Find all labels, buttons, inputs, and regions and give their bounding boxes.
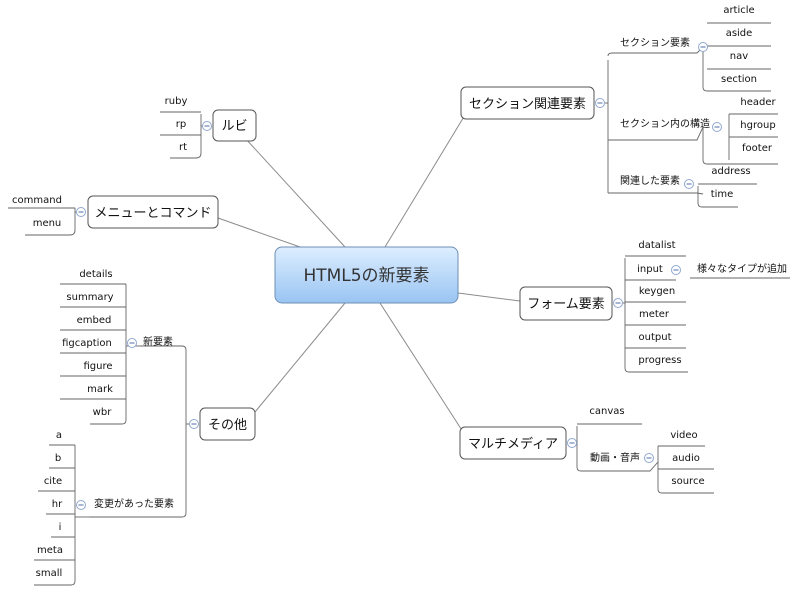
other-new-item-embed: embed <box>77 315 112 326</box>
form-item-progress: progress <box>638 355 681 366</box>
other-changed-item-b: b <box>55 453 61 464</box>
section-item-aside: aside <box>726 28 753 39</box>
ruby-items: ruby rp rt <box>165 96 188 153</box>
section-item-nav: nav <box>730 51 748 62</box>
form-item-output: output <box>639 332 672 343</box>
section-group-labels: セクション要素 セクション内の構造 関連した要素 <box>620 36 710 187</box>
topic-ruby[interactable]: ルビ <box>212 109 257 142</box>
topic-multimedia-label: マルチメディア <box>468 436 558 452</box>
other-changed-item-small: small <box>36 568 63 579</box>
section-group-1-label: セクション要素 <box>620 36 690 49</box>
collapse-icon[interactable] <box>595 98 605 108</box>
section-item-hgroup: hgroup <box>740 120 775 131</box>
other-new-label: 新要素 <box>143 335 173 348</box>
form-items: datalist input keygen meter output progr… <box>637 240 787 366</box>
ruby-item-ruby: ruby <box>165 96 188 107</box>
other-changed-items: a b cite hr i meta small <box>36 430 63 579</box>
collapse-icon[interactable] <box>567 438 577 448</box>
other-new-item-summary: summary <box>66 292 113 303</box>
collapse-icon[interactable] <box>189 419 199 429</box>
form-input-note: 様々なタイプが追加 <box>697 262 787 275</box>
mind-map: HTML5の新要素 セクション関連要素 セクション要素 セクション内の構造 関連… <box>8 5 790 586</box>
other-changed-item-a: a <box>56 430 62 441</box>
section-item-article: article <box>723 5 754 16</box>
topic-menu-label: メニューとコマンド <box>94 206 211 221</box>
multimedia-av-label: 動画・音声 <box>590 451 640 464</box>
collapse-icon[interactable] <box>698 42 708 52</box>
form-item-input: input <box>637 264 663 275</box>
other-new-item-details: details <box>79 269 112 280</box>
other-changed-label: 変更があった要素 <box>94 497 174 510</box>
topic-menu[interactable]: メニューとコマンド <box>87 195 219 229</box>
collapse-icon[interactable] <box>613 298 623 308</box>
collapse-icon[interactable] <box>644 453 654 463</box>
other-new-item-figcaption: figcaption <box>62 338 112 349</box>
collapse-icon[interactable] <box>76 207 86 217</box>
central-topic-label: HTML5の新要素 <box>303 266 429 286</box>
other-new-item-mark: mark <box>87 384 113 395</box>
section-group-2-label: セクション内の構造 <box>620 117 710 130</box>
section-group-3-label: 関連した要素 <box>620 174 680 187</box>
other-new-item-figure: figure <box>83 361 112 372</box>
form-item-meter: meter <box>639 309 670 320</box>
section-item-address: address <box>711 166 750 177</box>
collapse-icon[interactable] <box>127 338 137 348</box>
menu-item-menu: menu <box>33 218 62 229</box>
topic-other-label: その他 <box>208 418 247 433</box>
topic-multimedia[interactable]: マルチメディア <box>459 426 567 460</box>
section-item-header: header <box>740 97 776 108</box>
section-items: article aside nav section header hgroup … <box>711 5 777 200</box>
multimedia-item-source: source <box>671 476 704 487</box>
ruby-item-rp: rp <box>176 119 186 130</box>
topic-form-label: フォーム要素 <box>527 297 605 312</box>
topic-ruby-label: ルビ <box>221 119 247 134</box>
multimedia-item-video: video <box>670 430 697 441</box>
topic-section[interactable]: セクション関連要素 <box>460 86 595 120</box>
other-new-items: details summary embed figcaption figure … <box>62 269 114 418</box>
other-new-item-wbr: wbr <box>93 407 113 418</box>
collapse-icon[interactable] <box>76 500 86 510</box>
section-item-footer: footer <box>742 143 773 154</box>
form-item-datalist: datalist <box>638 240 675 251</box>
ruby-item-rt: rt <box>179 142 187 153</box>
other-changed-item-cite: cite <box>44 476 62 487</box>
collapse-icon[interactable] <box>671 265 681 275</box>
multimedia-item-audio: audio <box>672 453 700 464</box>
topic-section-label: セクション関連要素 <box>469 97 586 112</box>
multimedia-item-canvas: canvas <box>589 406 624 417</box>
topic-form[interactable]: フォーム要素 <box>519 286 613 321</box>
central-topic[interactable]: HTML5の新要素 <box>274 246 459 304</box>
other-changed-item-hr: hr <box>52 499 63 510</box>
section-item-time: time <box>711 189 734 200</box>
collapse-icon[interactable] <box>202 121 212 131</box>
topic-other[interactable]: その他 <box>199 407 256 441</box>
form-item-keygen: keygen <box>639 286 675 297</box>
multimedia-items: canvas 動画・音声 video audio source <box>589 406 704 487</box>
other-changed-item-i: i <box>59 522 62 533</box>
collapse-icon[interactable] <box>684 179 694 189</box>
menu-item-command: command <box>12 195 62 206</box>
collapse-icon[interactable] <box>712 122 722 132</box>
other-changed-item-meta: meta <box>37 545 63 556</box>
section-item-section: section <box>721 74 757 85</box>
menu-items: command menu <box>12 195 62 229</box>
